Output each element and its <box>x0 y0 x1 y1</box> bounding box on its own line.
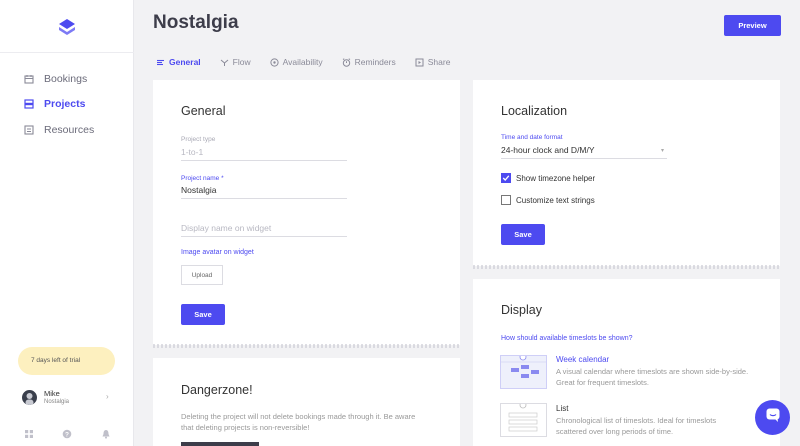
caret-down-icon: ▾ <box>661 148 665 154</box>
display-name-input[interactable]: Display name on widget <box>181 223 347 237</box>
avatar <box>22 390 37 405</box>
tab-label: General <box>169 57 201 67</box>
localization-card: Localization Time and date format 24-hou… <box>473 80 780 269</box>
general-card-title: General <box>181 104 226 118</box>
image-avatar-link[interactable]: Image avatar on widget <box>181 249 254 256</box>
week-calendar-icon <box>500 353 547 389</box>
general-card: General Project type 1-to-1 Project name… <box>153 80 460 348</box>
general-icon <box>156 58 165 67</box>
availability-icon <box>270 57 279 67</box>
sidebar-item-label: Projects <box>44 98 86 111</box>
sidebar-divider <box>0 52 134 53</box>
display-card: Display How should available timeslots b… <box>473 279 780 446</box>
localization-save-button[interactable]: Save <box>501 224 545 245</box>
option-desc-line: Great for frequent timeslots. <box>556 378 649 387</box>
notification-icon[interactable] <box>101 426 111 439</box>
chat-support-button[interactable] <box>755 400 790 435</box>
sidebar: Bookings Projects Resources 7 days left … <box>0 0 134 446</box>
customize-text-checkbox[interactable]: Customize text strings <box>501 195 595 205</box>
customize-text-label: Customize text strings <box>516 195 595 205</box>
tab-label: Share <box>427 57 451 67</box>
tab-general[interactable]: General <box>156 55 201 69</box>
list-view-icon <box>500 401 547 437</box>
page-title: Nostalgia <box>153 12 239 33</box>
show-timezone-checkbox[interactable]: Show timezone helper <box>501 173 595 183</box>
grid-icon[interactable] <box>24 426 34 438</box>
tab-reminders[interactable]: Reminders <box>342 55 396 69</box>
tab-availability[interactable]: Availability <box>270 55 323 69</box>
project-type-label: Project type <box>181 136 216 143</box>
tab-flow[interactable]: Flow <box>220 55 251 69</box>
flow-icon <box>220 58 229 67</box>
sidebar-item-resources[interactable]: Resources <box>0 117 134 143</box>
user-menu[interactable]: Mike Nostalgia › <box>22 386 122 410</box>
dangerzone-card: Dangerzone! Deleting the project will no… <box>153 358 460 446</box>
option-desc-line: scattered over long periods of time. <box>556 427 674 436</box>
project-name-label: Project name * <box>181 175 224 182</box>
list-description: Chronological list of timeslots. Ideal f… <box>556 415 776 437</box>
general-save-button[interactable]: Save <box>181 304 225 325</box>
sidebar-item-projects[interactable]: Projects <box>0 92 134 118</box>
share-icon <box>415 58 424 67</box>
option-desc-line: Chronological list of timeslots. Ideal f… <box>556 416 717 425</box>
localization-title: Localization <box>501 104 568 118</box>
week-calendar-description: A visual calendar where timeslots are sh… <box>556 366 776 388</box>
project-type-field: 1-to-1 <box>181 147 347 161</box>
option-desc-line: A visual calendar where timeslots are sh… <box>556 367 749 376</box>
project-name-input[interactable]: Nostalgia <box>181 185 347 199</box>
upload-button[interactable]: Upload <box>181 265 223 285</box>
dangerzone-title: Dangerzone! <box>181 383 253 397</box>
dangerzone-description: Deleting the project will not delete boo… <box>181 411 451 433</box>
projects-icon <box>24 99 34 109</box>
card-edge <box>473 265 780 269</box>
help-icon[interactable]: ? <box>62 426 72 439</box>
card-edge <box>153 344 460 348</box>
sidebar-item-bookings[interactable]: Bookings <box>0 66 134 92</box>
app-logo-icon[interactable] <box>57 18 77 38</box>
user-project: Nostalgia <box>44 399 70 405</box>
checkbox-unchecked-icon <box>501 195 511 205</box>
show-timezone-label: Show timezone helper <box>516 173 596 183</box>
dangerzone-desc-line: that deleting projects is non-reversible… <box>181 423 310 432</box>
week-calendar-title: Week calendar <box>556 355 610 364</box>
display-title: Display <box>501 303 542 317</box>
chat-icon <box>765 407 781 428</box>
checkbox-checked-icon <box>501 173 511 183</box>
timeslots-question: How should available timeslots be shown? <box>501 335 633 342</box>
resources-icon <box>24 125 34 135</box>
chevron-right-icon: › <box>106 392 109 401</box>
calendar-icon <box>24 74 34 84</box>
preview-button[interactable]: Preview <box>724 15 781 36</box>
reminders-icon <box>342 57 351 67</box>
user-name: Mike <box>44 389 60 398</box>
time-format-select[interactable]: 24-hour clock and D/M/Y <box>501 145 667 159</box>
dangerzone-desc-line: Deleting the project will not delete boo… <box>181 412 416 421</box>
svg-text:?: ? <box>65 432 69 439</box>
tab-bar: General Flow Availability Reminders Shar… <box>156 55 469 69</box>
sidebar-footer: ? <box>0 426 134 442</box>
tab-label: Availability <box>282 57 323 67</box>
sidebar-nav: Bookings Projects Resources <box>0 66 134 143</box>
tab-label: Reminders <box>354 57 396 67</box>
tab-share[interactable]: Share <box>415 55 451 69</box>
sidebar-item-label: Resources <box>44 123 95 136</box>
delete-project-button[interactable] <box>181 442 259 446</box>
sidebar-item-label: Bookings <box>44 72 88 85</box>
time-format-label: Time and date format <box>501 134 563 141</box>
list-title: List <box>556 404 569 413</box>
trial-badge[interactable]: 7 days left of trial <box>18 347 115 375</box>
tab-label: Flow <box>232 57 251 67</box>
